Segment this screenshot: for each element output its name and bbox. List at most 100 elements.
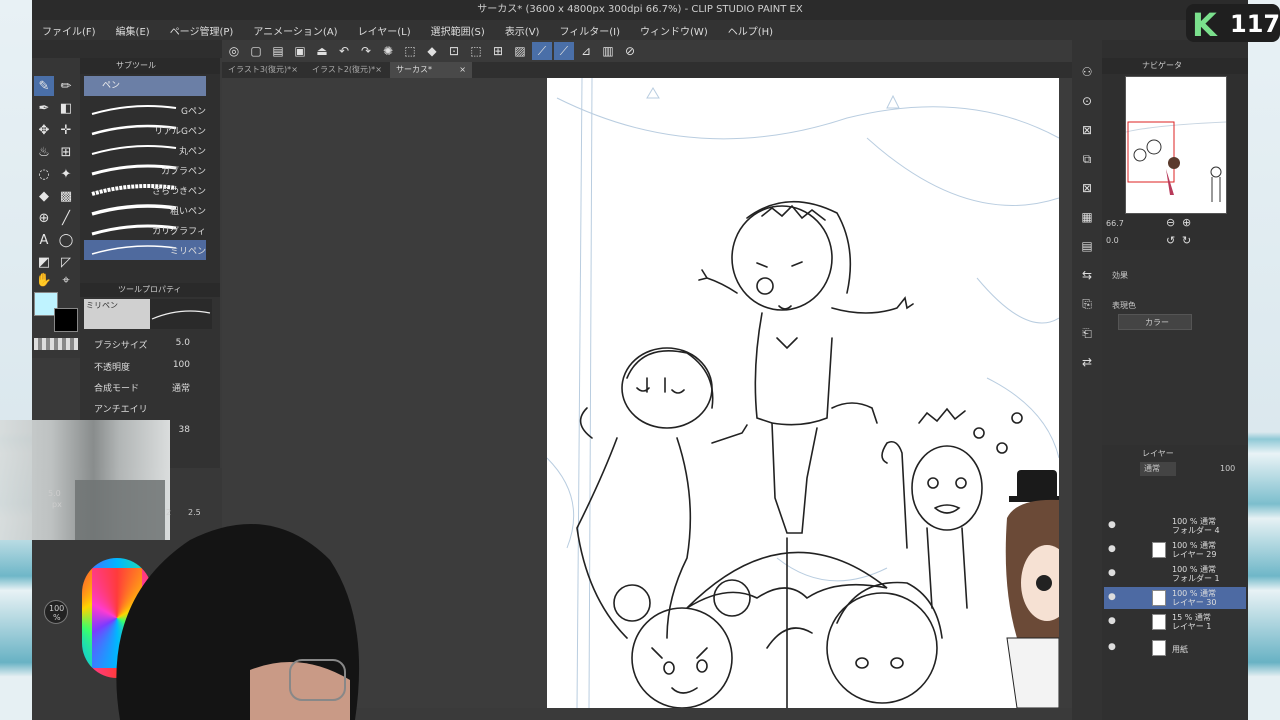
import-icon[interactable]: ⎗: [1077, 323, 1097, 343]
menu-window[interactable]: ウィンドウ(W): [640, 23, 708, 38]
pen-icon[interactable]: ✎: [34, 76, 54, 96]
eye-icon[interactable]: ●: [1108, 520, 1116, 530]
brush-coarse-pen[interactable]: 粗いペン: [84, 200, 206, 220]
decoration-icon[interactable]: ✥: [34, 120, 54, 140]
eyedropper-icon[interactable]: ⌖: [56, 270, 76, 290]
layer-30[interactable]: ● 100 % 通常 レイヤー 30: [1104, 587, 1246, 609]
eye-icon[interactable]: ●: [1108, 592, 1116, 602]
invert-icon[interactable]: ▨: [510, 42, 530, 60]
save-icon[interactable]: ▣: [290, 42, 310, 60]
blend-mode-row[interactable]: 合成モード 通常: [84, 378, 212, 396]
tab-illust3[interactable]: イラスト3(復元)* ×: [222, 62, 304, 78]
layer-folder-1[interactable]: ● 100 % 通常 フォルダー 1: [1104, 563, 1246, 585]
transparent-color-swatch[interactable]: [34, 338, 78, 350]
eraser-icon[interactable]: ◧: [56, 98, 76, 118]
grid-icon[interactable]: ⊞: [56, 142, 76, 162]
gradient-icon[interactable]: ▩: [56, 186, 76, 206]
open-file-icon[interactable]: ▤: [268, 42, 288, 60]
deselect-icon[interactable]: ⬚: [466, 42, 486, 60]
menu-page[interactable]: ページ管理(P): [170, 23, 234, 38]
menu-animation[interactable]: アニメーション(A): [253, 23, 337, 38]
tab-illust2[interactable]: イラスト2(復元)* ×: [306, 62, 388, 78]
balloon-icon[interactable]: ◯: [56, 230, 76, 250]
eye-icon[interactable]: ●: [1108, 616, 1116, 626]
loading-icon[interactable]: ✺: [378, 42, 398, 60]
blend-icon[interactable]: ♨: [34, 142, 54, 162]
object-icon[interactable]: ⊕: [34, 208, 54, 228]
export-icon[interactable]: ⏏: [312, 42, 332, 60]
eye-icon[interactable]: ●: [1108, 642, 1116, 652]
grid-icon[interactable]: ▦: [1077, 207, 1097, 227]
close-icon[interactable]: ×: [459, 62, 466, 78]
menu-selection[interactable]: 選択範囲(S): [431, 23, 485, 38]
ruler-icon[interactable]: ◸: [56, 252, 76, 272]
menu-file[interactable]: ファイル(F): [42, 23, 96, 38]
search-icon[interactable]: ⊙: [1077, 91, 1097, 111]
fill-bucket-icon[interactable]: ◆: [34, 186, 54, 206]
hand-icon[interactable]: ✋: [34, 270, 54, 290]
sub-color-swatch[interactable]: [54, 308, 78, 332]
eye-icon[interactable]: ●: [1108, 568, 1116, 578]
layer-1[interactable]: ● 15 % 通常 レイヤー 1: [1104, 611, 1246, 633]
zoom-in-icon[interactable]: ⊕: [1182, 216, 1191, 229]
sync-icon[interactable]: ⇄: [1077, 352, 1097, 372]
opacity-row[interactable]: 不透明度 100: [84, 357, 212, 375]
crop-icon[interactable]: ⊞: [488, 42, 508, 60]
line-icon[interactable]: ╱: [56, 208, 76, 228]
navigator-zoom-value[interactable]: 66.7: [1106, 219, 1124, 228]
close-icon[interactable]: ×: [375, 62, 382, 78]
brush-rough-pen[interactable]: ざらつきペン: [84, 180, 206, 200]
brush-kabura-pen[interactable]: カブラペン: [84, 160, 206, 180]
brush-icon[interactable]: ✒: [34, 98, 54, 118]
move-icon[interactable]: ✛: [56, 120, 76, 140]
redo-icon[interactable]: ↷: [356, 42, 376, 60]
undo-icon[interactable]: ↶: [334, 42, 354, 60]
close-icon[interactable]: ×: [291, 62, 298, 78]
expression-color-select[interactable]: カラー: [1118, 314, 1192, 330]
brush-round-pen[interactable]: 丸ペン: [84, 140, 206, 160]
eye-icon[interactable]: ●: [1108, 544, 1116, 554]
settings-icon[interactable]: ▥: [598, 42, 618, 60]
menu-layer[interactable]: レイヤー(L): [358, 23, 411, 38]
menu-edit[interactable]: 編集(E): [116, 23, 150, 38]
navigator-thumbnail[interactable]: [1125, 76, 1227, 214]
layer-folder-4[interactable]: ● 100 % 通常 フォルダー 4: [1104, 515, 1246, 537]
menu-view[interactable]: 表示(V): [505, 23, 540, 38]
export-icon[interactable]: ⎘: [1077, 294, 1097, 314]
subtool-group-pen[interactable]: ペン: [84, 76, 206, 96]
rotate-right-icon[interactable]: ↻: [1182, 234, 1191, 247]
accessibility-icon[interactable]: ⚇: [1077, 62, 1097, 82]
navigator-rotation-value[interactable]: 0.0: [1106, 236, 1119, 245]
brush-calligraphy[interactable]: カリグラフィ: [84, 220, 206, 240]
snap-grid-icon[interactable]: ⊿: [576, 42, 596, 60]
tab-circus[interactable]: サーカス* ×: [390, 62, 472, 78]
brush-size-row[interactable]: ブラシサイズ 5.0: [84, 335, 212, 353]
text-icon[interactable]: A: [34, 230, 54, 250]
frame-icon[interactable]: ◩: [34, 252, 54, 272]
antialias-row[interactable]: アンチエイリ: [84, 399, 212, 417]
layer-icon[interactable]: ▤: [1077, 236, 1097, 256]
brush-g-pen[interactable]: Gペン: [84, 100, 206, 120]
zoom-knob[interactable]: 100 %: [44, 600, 68, 624]
transfer-icon[interactable]: ⇆: [1077, 265, 1097, 285]
brush-milli-pen[interactable]: ミリペン: [84, 240, 206, 260]
camera-icon[interactable]: ⧉: [1077, 149, 1097, 169]
transform-icon[interactable]: ⊡: [444, 42, 464, 60]
fill-icon[interactable]: ◆: [422, 42, 442, 60]
menu-filter[interactable]: フィルター(I): [559, 23, 620, 38]
menu-help[interactable]: ヘルプ(H): [728, 23, 773, 38]
layer-blend-select[interactable]: 通常: [1140, 462, 1176, 476]
drawing-canvas[interactable]: [547, 78, 1059, 708]
close-panel-icon-2[interactable]: ⊠: [1077, 178, 1097, 198]
zoom-out-icon[interactable]: ⊖: [1166, 216, 1175, 229]
layer-29[interactable]: ● 100 % 通常 レイヤー 29: [1104, 539, 1246, 561]
lasso-icon[interactable]: ◌: [34, 164, 54, 184]
magic-wand-icon[interactable]: ✦: [56, 164, 76, 184]
layer-paper[interactable]: ● 用紙: [1104, 637, 1246, 659]
snap-ruler-icon[interactable]: ⟋: [532, 42, 552, 60]
clear-icon[interactable]: ⬚: [400, 42, 420, 60]
close-panel-icon[interactable]: ⊠: [1077, 120, 1097, 140]
snap-special-ruler-icon[interactable]: ⟋: [554, 42, 574, 60]
pencil-icon[interactable]: ✏: [56, 76, 76, 96]
brush-real-g-pen[interactable]: リアルGペン: [84, 120, 206, 140]
